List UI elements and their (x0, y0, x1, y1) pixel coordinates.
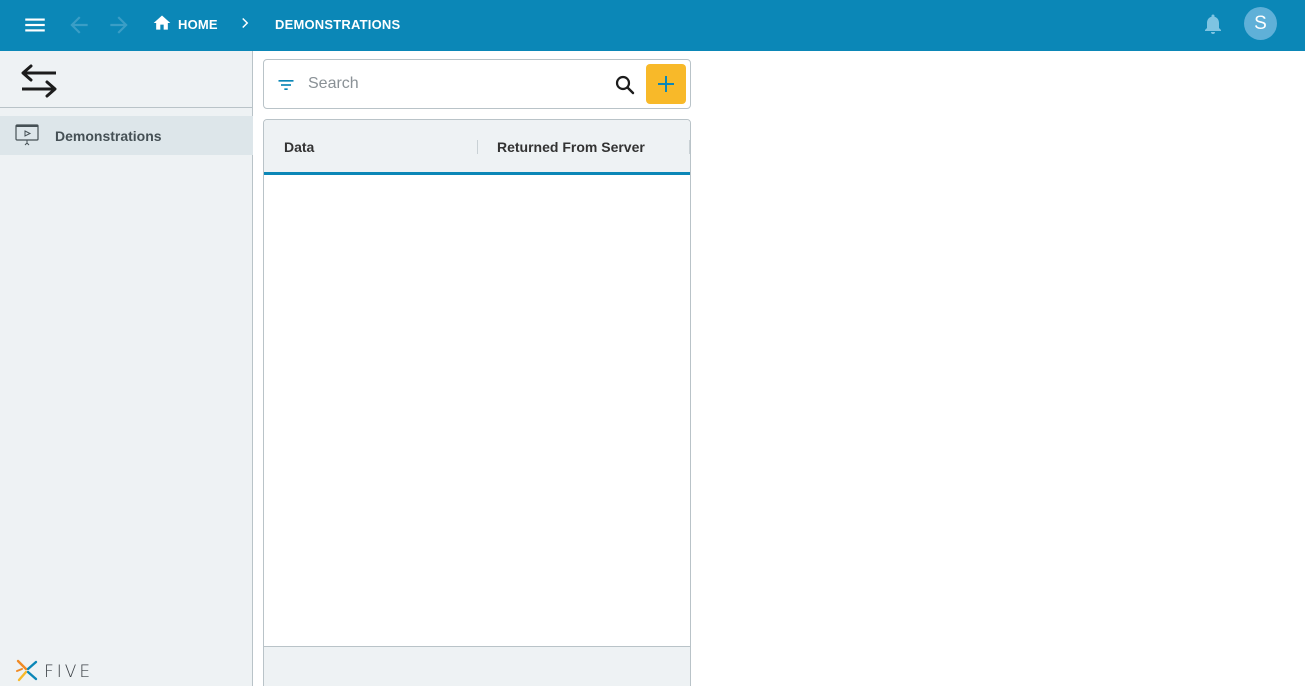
column-divider[interactable] (477, 140, 478, 154)
top-app-bar: HOME DEMONSTRATIONS S (0, 0, 1305, 51)
column-divider[interactable] (689, 140, 690, 154)
menu-icon[interactable] (22, 12, 48, 38)
five-logo: FIVE (14, 658, 104, 684)
plus-icon (658, 76, 674, 92)
breadcrumb-current[interactable]: DEMONSTRATIONS (275, 17, 400, 32)
filter-icon[interactable] (276, 75, 296, 95)
arrow-back-icon[interactable] (66, 12, 92, 38)
chevron-right-icon (242, 17, 249, 29)
home-icon[interactable] (152, 13, 172, 33)
search-input[interactable] (308, 72, 598, 96)
logo-text: FIVE (44, 662, 94, 682)
avatar[interactable]: S (1244, 7, 1277, 40)
sidebar-item-demonstrations[interactable]: Demonstrations (0, 116, 253, 155)
presentation-icon (15, 124, 39, 146)
column-header-returned-from-server[interactable]: Returned From Server (497, 139, 645, 155)
five-logo-icon (16, 659, 38, 682)
table-header: Data Returned From Server (264, 120, 690, 175)
search-bar (263, 59, 691, 109)
breadcrumb-home[interactable]: HOME (178, 17, 218, 32)
bell-icon[interactable] (1201, 12, 1225, 36)
swap-arrows-icon[interactable] (18, 61, 60, 101)
column-header-data[interactable]: Data (284, 139, 314, 155)
sidebar-divider (0, 107, 253, 108)
data-table: Data Returned From Server (263, 119, 691, 686)
arrow-forward-icon[interactable] (106, 12, 132, 38)
table-footer (264, 646, 690, 686)
sidebar-item-label: Demonstrations (55, 128, 162, 144)
search-icon[interactable] (613, 73, 637, 97)
add-button[interactable] (646, 64, 686, 104)
sidebar: Demonstrations FIVE (0, 51, 253, 686)
